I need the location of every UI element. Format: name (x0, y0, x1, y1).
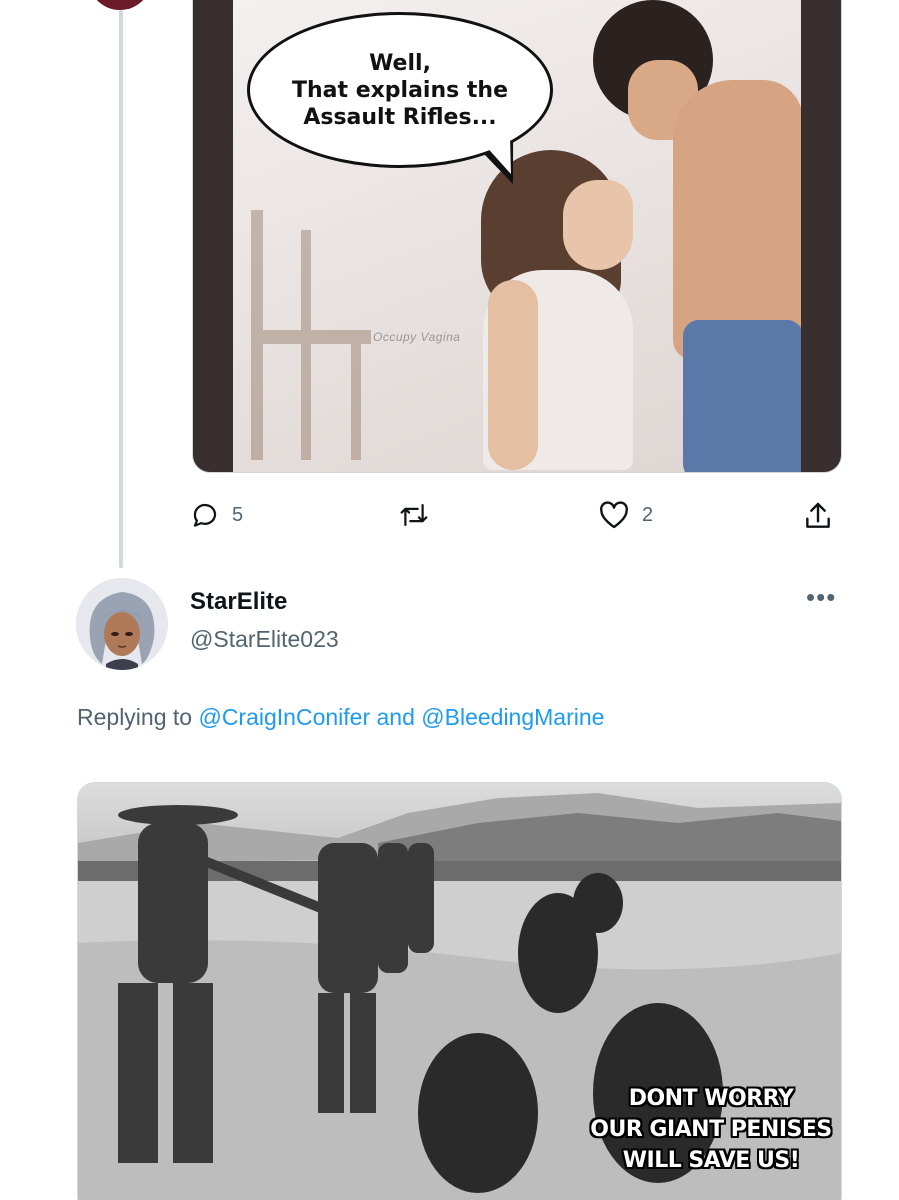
retweet-icon (400, 504, 428, 526)
speech-line-3: Assault Rifles... (303, 104, 497, 130)
mention-link-2[interactable]: @BleedingMarine (421, 704, 604, 730)
tweet-thread: Well, That explains the Assault Rifles..… (0, 0, 899, 1200)
mention-link-1[interactable]: @CraigInConifer (198, 704, 370, 730)
caption-line-2: OUR GIANT PENISES (590, 1117, 832, 1142)
caption-line-3: WILL SAVE US! (622, 1148, 800, 1173)
speech-line-1: Well, (369, 50, 431, 76)
share-icon (806, 502, 830, 528)
like-count: 2 (642, 503, 654, 526)
display-name[interactable]: StarElite (190, 588, 287, 616)
man-torso (673, 80, 801, 360)
image-watermark: Occupy Vagina (373, 330, 461, 344)
reply-button[interactable]: 5 (190, 500, 243, 530)
tweet-image-2[interactable]: DONT WORRY OUR GIANT PENISES WILL SAVE U… (77, 782, 842, 1200)
woman-face (563, 180, 633, 270)
user-handle[interactable]: @StarElite023 (190, 626, 339, 653)
meme-image-couple: Well, That explains the Assault Rifles..… (233, 0, 801, 472)
caption-line-1: DONT WORRY (628, 1086, 794, 1111)
woman-arm (488, 280, 538, 470)
tweet-actions: 5 2 (190, 500, 840, 534)
previous-avatar[interactable] (88, 0, 152, 10)
like-button[interactable]: 2 (598, 500, 653, 530)
meme-caption: DONT WORRY OUR GIANT PENISES WILL SAVE U… (586, 1083, 836, 1176)
chair-illustration (251, 210, 371, 460)
replying-prefix: Replying to (77, 704, 193, 730)
more-icon[interactable]: ••• (806, 582, 836, 613)
tweet-image-1[interactable]: Well, That explains the Assault Rifles..… (192, 0, 842, 473)
share-button[interactable] (802, 500, 834, 532)
reply-count: 5 (232, 503, 244, 526)
man-jeans (683, 320, 801, 472)
retweet-button[interactable] (398, 500, 442, 530)
replying-and: and (376, 704, 415, 730)
anime-avatar-illustration (76, 578, 168, 670)
reply-icon (193, 503, 217, 527)
thread-connector-line (119, 10, 123, 568)
avatar[interactable] (76, 578, 168, 670)
speech-line-2: That explains the (292, 77, 508, 103)
heart-icon (600, 501, 628, 529)
replying-to: Replying to @CraigInConifer and @Bleedin… (77, 704, 604, 731)
